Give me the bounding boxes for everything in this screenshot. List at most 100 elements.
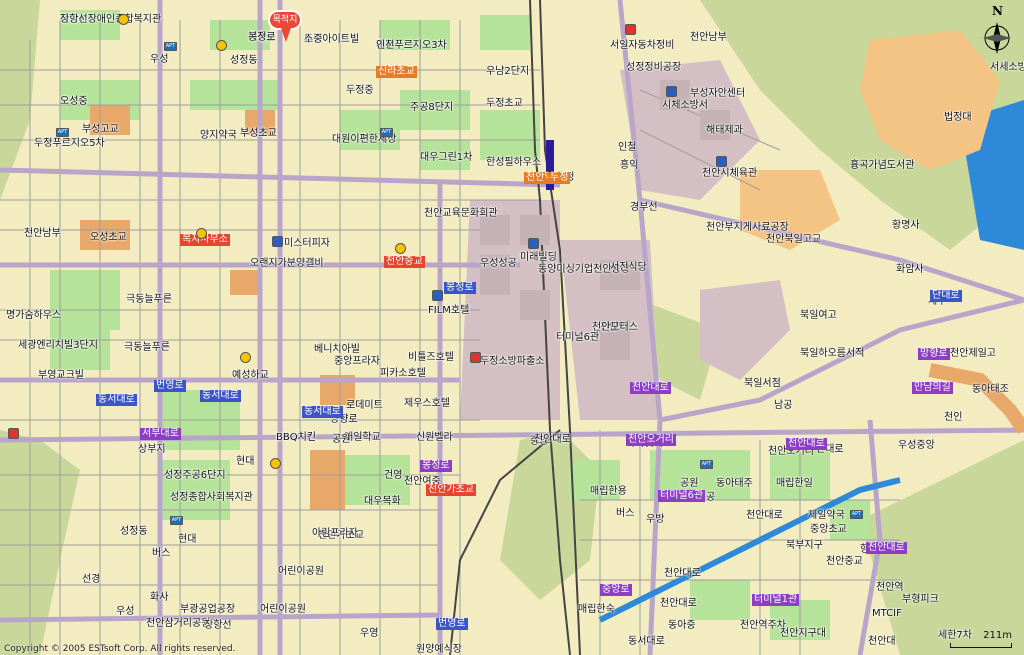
place-label[interactable]: 천안남부 [690, 32, 727, 43]
road-tag[interactable]: 중앙로 [600, 584, 632, 596]
place-label[interactable]: 우남2단지 [486, 66, 529, 77]
place-label[interactable]: 북부지구 [786, 540, 823, 551]
building-icon[interactable] [666, 86, 677, 97]
place-label[interactable]: 천안남부 [24, 228, 61, 239]
school-icon[interactable] [270, 458, 281, 469]
place-label[interactable]: 비틀즈호텔 [408, 352, 454, 363]
place-label[interactable]: 천안시체육관 [702, 168, 757, 179]
place-label[interactable]: 천안교육문화회관 [424, 208, 498, 219]
place-label[interactable]: 우성중앙 [898, 440, 935, 451]
place-label[interactable]: 대우목화 [364, 496, 401, 507]
place-label[interactable]: 성정주공6단지 [164, 470, 226, 481]
place-label[interactable]: 대우그린1차 [420, 152, 472, 163]
place-label[interactable]: 원양예식장 [416, 644, 462, 655]
place-label[interactable]: 화암사 [896, 264, 924, 275]
place-label[interactable]: 천안북일고교 [766, 234, 821, 245]
place-label[interactable]: 우영 [360, 628, 378, 639]
place-label[interactable]: 천안대 [868, 636, 896, 647]
place-label[interactable]: 북일하오름서적 [800, 348, 864, 359]
place-label[interactable]: 천안삼거리공원 [146, 618, 210, 629]
road-tag[interactable]: 단대로 [930, 290, 962, 302]
place-label[interactable]: 흉곡가념도서관 [850, 160, 914, 171]
destination-marker[interactable]: 목적지 [268, 10, 302, 48]
place-label[interactable]: 시체소방서 [662, 100, 708, 111]
road-tag[interactable]: 터미널6관 [658, 490, 706, 502]
place-label[interactable]: 부성고교 [82, 124, 119, 135]
apartment-icon[interactable]: APT [380, 128, 393, 137]
place-label[interactable]: 중앙프라자 [334, 356, 380, 367]
apartment-icon[interactable]: APT [164, 42, 177, 51]
place-label[interactable]: MTCIF [872, 608, 902, 619]
place-label[interactable]: 남공 [774, 400, 792, 411]
place-label[interactable]: 어린이공원 [260, 604, 306, 615]
place-label[interactable]: 동아중 [668, 620, 696, 631]
place-label[interactable]: 서세소방서 [990, 62, 1024, 73]
place-label[interactable]: 아림프라자 [312, 528, 358, 539]
apartment-icon[interactable]: APT [850, 510, 863, 519]
place-label[interactable]: 천인 [944, 412, 962, 423]
place-label[interactable]: 버스 [616, 508, 634, 519]
place-label[interactable]: 현대 [236, 456, 254, 467]
place-label[interactable]: 한성필하우스 [486, 157, 541, 168]
place-label[interactable]: 북일서점 [744, 378, 781, 389]
place-label[interactable]: 흥익 [620, 160, 638, 171]
place-label[interactable]: 천안대로 [660, 598, 697, 609]
place-label[interactable]: 두정중 [346, 85, 374, 96]
road-tag[interactable]: 터미널1관 [752, 594, 800, 606]
place-label[interactable]: 부영교크빌 [38, 370, 84, 381]
place-label[interactable]: 명가숨하우스 [6, 310, 61, 321]
place-label[interactable]: 부광공업공장 [180, 604, 235, 615]
road-tag[interactable]: 천안대로 [786, 438, 827, 450]
place-label[interactable]: 우성성공 [480, 258, 517, 269]
place-label[interactable]: 공원 [680, 478, 698, 489]
place-label[interactable]: 미래빌딩 [520, 252, 557, 263]
place-label[interactable]: 소중 [304, 34, 322, 45]
road-tag[interactable]: 서부대로 [140, 428, 181, 440]
place-label[interactable]: 화사 [150, 592, 168, 603]
place-label[interactable]: 성정동 [230, 55, 258, 66]
school-icon[interactable] [216, 40, 227, 51]
road-tag[interactable]: 동서대로 [200, 390, 241, 402]
building-icon[interactable] [716, 156, 727, 167]
place-label[interactable]: 공원 [332, 434, 350, 445]
place-label[interactable]: 미스터피자 [284, 238, 330, 249]
apartment-icon[interactable]: APT [700, 460, 713, 469]
place-label[interactable]: 천안부지게사료공장 [706, 222, 789, 233]
hospital-icon[interactable] [470, 352, 481, 363]
place-label[interactable]: 부성자안센터 [690, 88, 745, 99]
place-label[interactable]: 부형피크 [902, 594, 939, 605]
place-label[interactable]: 오성중 [60, 96, 88, 107]
school-icon[interactable] [240, 352, 251, 363]
place-label[interactable]: 선경 [82, 574, 100, 585]
place-label[interactable]: 장항선 [204, 620, 232, 631]
place-label[interactable]: 주공8단지 [410, 102, 453, 113]
place-label[interactable]: 양지약국 [200, 130, 237, 141]
road-tag[interactable]: 신라초교 [376, 66, 417, 78]
road-tag[interactable]: 봉정로 [444, 282, 476, 294]
place-label[interactable]: 황명사 [892, 220, 920, 231]
place-label[interactable]: 천안대로 [664, 568, 701, 579]
road-tag[interactable]: 번영로 [436, 618, 468, 630]
place-label[interactable]: 피카소호텔 [380, 368, 426, 379]
place-label[interactable]: 서일자동차정비 [610, 40, 674, 51]
place-label[interactable]: 동서대로 [628, 636, 665, 647]
place-label[interactable]: 천안지구대 [780, 628, 826, 639]
place-label[interactable]: 천안대로 [746, 510, 783, 521]
road-tag[interactable]: 봉정로 [420, 460, 452, 472]
place-label[interactable]: 상부지 [138, 444, 166, 455]
place-label[interactable]: BBQ치킨 [276, 432, 316, 443]
road-tag[interactable]: 동서대로 [96, 394, 137, 406]
place-label[interactable]: 현대 [178, 534, 196, 545]
place-label[interactable]: 터미널6관 [556, 332, 599, 343]
apartment-icon[interactable]: APT [170, 516, 183, 525]
place-label[interactable]: 부성초교 [240, 128, 277, 139]
place-label[interactable]: 극동늘푸른 [126, 294, 172, 305]
road-tag[interactable]: 천안가초교 [426, 484, 476, 496]
place-label[interactable]: 오랜지가분양갤비 [250, 258, 324, 269]
place-label[interactable]: 장항선 [60, 14, 88, 25]
place-label[interactable]: 예성하교 [232, 370, 269, 381]
hospital-icon[interactable] [625, 24, 636, 35]
place-label[interactable]: 두정푸르지오5차 [34, 138, 105, 149]
school-icon[interactable] [196, 228, 207, 239]
place-label[interactable]: 오성초교 [90, 232, 127, 243]
